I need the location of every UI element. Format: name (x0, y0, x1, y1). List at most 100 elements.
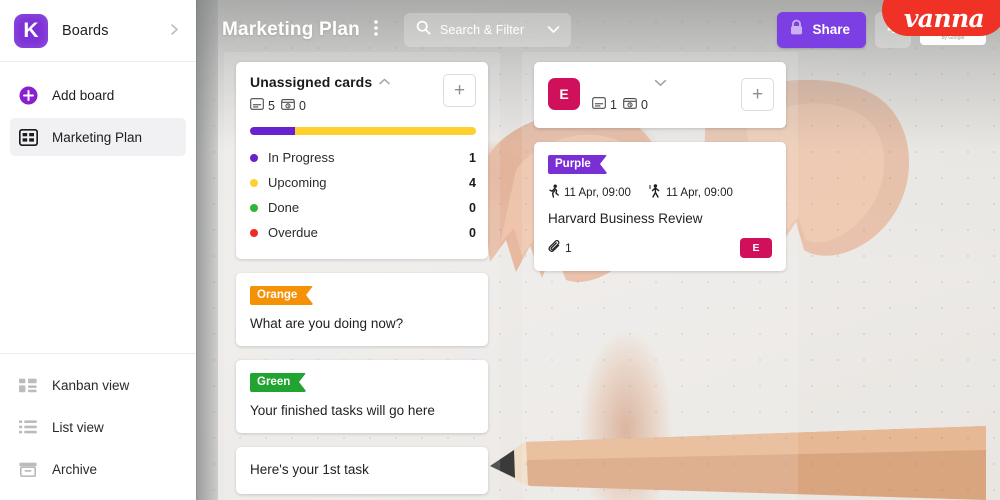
sidebar-nav: Add board Marketing Plan (0, 62, 196, 160)
search-input[interactable]: Search & Filter (440, 23, 524, 37)
page-title: Marketing Plan (222, 18, 360, 40)
top-bar: Marketing Plan Search & Filter Share by … (196, 0, 1000, 59)
card-title: What are you doing now? (250, 316, 404, 331)
status-dot-in-progress (250, 153, 258, 162)
finish-runner-icon (649, 184, 662, 201)
search-filter-box[interactable]: Search & Filter (403, 12, 572, 47)
task-card[interactable]: Here's your 1st task (236, 447, 488, 494)
chevron-up-icon[interactable] (379, 78, 390, 87)
status-dot-overdue (250, 228, 258, 237)
attachment-count-value: 1 (565, 241, 572, 256)
board-left-band (196, 0, 218, 500)
plus-circle-icon (18, 85, 38, 105)
sidebar-boards-label: Boards (62, 22, 109, 39)
legend-row: In Progress 1 (250, 145, 476, 170)
legend-value: 1 (469, 150, 476, 165)
legend-row: Done 0 (250, 195, 476, 220)
sidebar-item-label: Marketing Plan (52, 129, 143, 145)
share-button-label: Share (812, 22, 850, 37)
legend-label: Done (268, 200, 300, 215)
lock-icon (789, 19, 804, 41)
checklist-icon (281, 97, 295, 115)
column-counts: 5 0 (250, 97, 443, 115)
legend-row: Upcoming 4 (250, 170, 476, 195)
sidebar-item-label: List view (52, 419, 104, 435)
app-root: K Boards Add board Marketing Plan Kanban… (0, 0, 1000, 500)
legend-label: Overdue (268, 225, 318, 240)
column-counts: 1 0 (592, 96, 648, 114)
card-end-date: 11 Apr, 09:00 (649, 184, 733, 201)
chevron-down-icon[interactable] (547, 21, 560, 39)
progress-segment-upcoming (295, 127, 476, 135)
status-dot-done (250, 203, 258, 212)
legend-label: In Progress (268, 150, 335, 165)
share-button[interactable]: Share (777, 11, 866, 48)
more-vertical-icon[interactable] (370, 19, 382, 40)
vanna-watermark: vanna (882, 0, 1000, 36)
progress-segment-in-progress (250, 127, 296, 135)
card-icon (592, 96, 606, 114)
status-dot-upcoming (250, 178, 258, 187)
task-card[interactable]: Purple 11 Apr, 09:00 11 Apr, 09:00 Harva… (534, 142, 786, 272)
board-column-assignee-e: E 1 0 + Purple 11 Apr, 09:00 11 Apr, 09:… (522, 52, 798, 500)
card-title: Your finished tasks will go here (250, 403, 435, 419)
board-columns: Unassigned cards 5 0 + In Progress 1 Upc… (218, 52, 1000, 500)
board-area: Marketing Plan Search & Filter Share by … (196, 0, 1000, 500)
sidebar-item-archive[interactable]: Archive (10, 450, 186, 488)
search-icon (416, 20, 431, 40)
card-icon (250, 97, 264, 115)
archive-icon (18, 459, 38, 479)
sidebar-item-kanban-view[interactable]: Kanban view (10, 366, 186, 404)
legend-value: 4 (469, 175, 476, 190)
column-title: Unassigned cards (250, 74, 373, 90)
checklist-count: 0 (281, 97, 306, 115)
card-end-date-text: 11 Apr, 09:00 (665, 186, 733, 199)
sidebar-item-label: Add board (52, 87, 115, 103)
sidebar-item-list-view[interactable]: List view (10, 408, 186, 446)
card-count: 5 (250, 97, 275, 115)
sidebar-item-label: Kanban view (52, 377, 130, 393)
app-logo: K (14, 13, 48, 48)
sidebar-item-marketing-plan[interactable]: Marketing Plan (10, 118, 186, 156)
kanban-view-icon (18, 375, 38, 395)
status-progress-bar (250, 127, 476, 135)
avatar[interactable]: E (548, 78, 580, 110)
card-count-value: 5 (268, 99, 275, 113)
chevron-down-icon[interactable] (654, 74, 667, 92)
legend-value: 0 (469, 225, 476, 240)
card-title: Harvard Business Review (548, 211, 703, 226)
board-grid-icon (18, 127, 38, 147)
card-count: 1 (592, 96, 617, 114)
checklist-count-value: 0 (640, 98, 648, 112)
avatar[interactable]: E (740, 238, 772, 259)
attachment-count: 1 (548, 239, 572, 257)
task-card[interactable]: Green Your finished tasks will go here (236, 360, 488, 434)
checklist-icon (623, 96, 637, 114)
card-footer: 1 E (548, 238, 772, 259)
sidebar-item-add-board[interactable]: Add board (10, 76, 186, 114)
card-title: Here's your 1st task (250, 462, 369, 478)
card-tag[interactable]: Green (250, 373, 307, 393)
paperclip-icon (548, 239, 562, 257)
checklist-count-value: 0 (298, 99, 306, 113)
legend-row: Overdue 0 (250, 220, 476, 245)
sidebar: K Boards Add board Marketing Plan Kanban… (0, 0, 196, 500)
chevron-right-icon[interactable] (169, 23, 182, 39)
column-header-card: Unassigned cards 5 0 + In Progress 1 Upc… (236, 62, 488, 259)
legend-value: 0 (469, 200, 476, 215)
card-tag[interactable]: Orange (250, 286, 314, 305)
sidebar-brand-row[interactable]: K Boards (0, 0, 196, 62)
list-view-icon (18, 417, 38, 437)
task-card[interactable]: Orange What are you doing now? (236, 273, 488, 347)
column-header-card: E 1 0 + (534, 62, 786, 128)
add-card-button[interactable]: + (443, 74, 476, 107)
sidebar-bottom-nav: Kanban view List view Archive (0, 353, 196, 500)
board-column-unassigned: Unassigned cards 5 0 + In Progress 1 Upc… (224, 52, 500, 500)
status-legend: In Progress 1 Upcoming 4 Done 0 Overdue … (250, 145, 476, 245)
card-count-value: 1 (610, 98, 617, 112)
card-tag[interactable]: Purple (548, 155, 607, 174)
add-card-button[interactable]: + (741, 77, 774, 111)
sidebar-item-label: Archive (52, 461, 98, 477)
card-start-date: 11 Apr, 09:00 (548, 184, 631, 201)
card-start-date-text: 11 Apr, 09:00 (564, 186, 631, 199)
